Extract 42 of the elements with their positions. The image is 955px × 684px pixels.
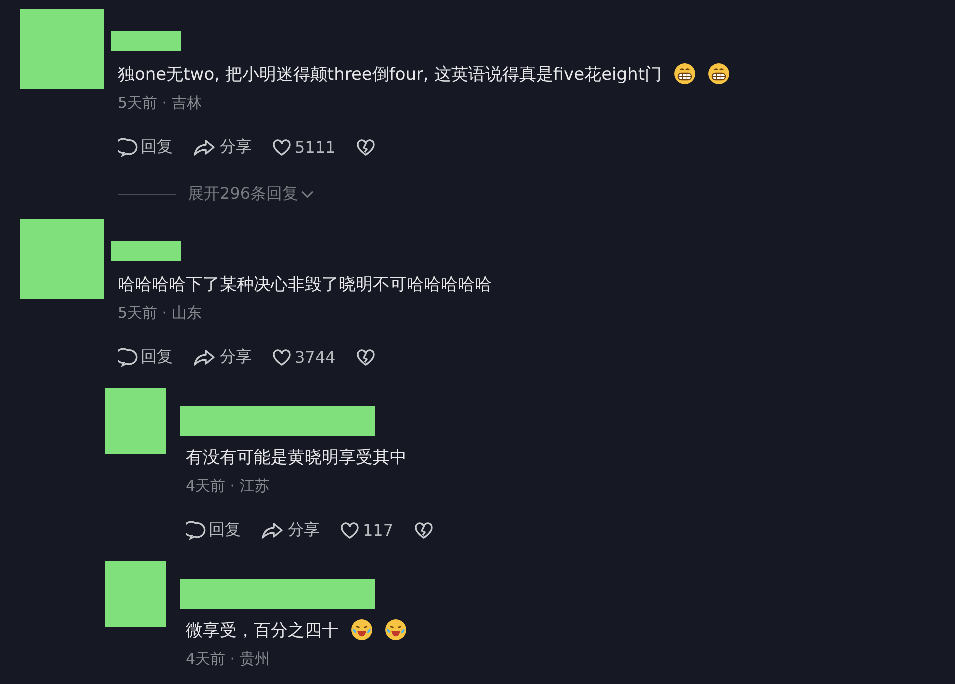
comment-text: 有没有可能是黄晓明享受其中 bbox=[186, 446, 407, 468]
comment-meta: 4天前 · 贵州 bbox=[186, 650, 270, 669]
comment-text: 微享受，百分之四十 bbox=[186, 620, 339, 642]
dislike-button[interactable] bbox=[414, 520, 434, 541]
like-button[interactable]: 117 bbox=[340, 520, 394, 541]
comment-bubble-icon bbox=[118, 138, 138, 158]
share-button[interactable]: 分享 bbox=[193, 347, 252, 368]
expand-replies-button[interactable]: 展开296条回复 bbox=[188, 184, 314, 205]
comment-meta: 5天前 · 吉林 bbox=[118, 94, 202, 113]
chevron-down-icon bbox=[300, 190, 314, 199]
redaction-block bbox=[105, 388, 166, 454]
share-arrow-icon bbox=[193, 348, 217, 368]
comment-bubble-icon bbox=[118, 348, 138, 368]
broken-heart-icon bbox=[414, 520, 434, 540]
dislike-button[interactable] bbox=[356, 137, 376, 158]
like-button[interactable]: 5111 bbox=[272, 137, 336, 158]
grin-emoji-icon bbox=[674, 63, 696, 85]
broken-heart-icon bbox=[356, 348, 376, 368]
laughing-tears-emoji-icon bbox=[351, 619, 373, 641]
redaction-block bbox=[111, 241, 181, 261]
redaction-block bbox=[105, 561, 166, 627]
share-button[interactable]: 分享 bbox=[193, 137, 252, 158]
reply-button[interactable]: 回复 bbox=[118, 347, 173, 368]
reply-button[interactable]: 回复 bbox=[118, 137, 173, 158]
redaction-block bbox=[111, 31, 181, 51]
laughing-tears-emoji-icon bbox=[385, 619, 407, 641]
share-arrow-icon bbox=[193, 138, 217, 158]
share-arrow-icon bbox=[261, 520, 285, 540]
heart-icon bbox=[272, 348, 292, 368]
heart-icon bbox=[340, 520, 360, 540]
comment-meta: 5天前 · 山东 bbox=[118, 304, 202, 323]
reply-button[interactable]: 回复 bbox=[186, 520, 241, 541]
heart-icon bbox=[272, 138, 292, 158]
comment-meta: 4天前 · 江苏 bbox=[186, 477, 270, 496]
grin-emoji-icon bbox=[708, 63, 730, 85]
comment-bubble-icon bbox=[186, 520, 206, 540]
dislike-button[interactable] bbox=[356, 347, 376, 368]
share-button[interactable]: 分享 bbox=[261, 520, 320, 541]
comment-text: 独one无two, 把小明迷得颠three倒four, 这英语说得真是five花eight门 bbox=[118, 64, 662, 86]
broken-heart-icon bbox=[356, 138, 376, 158]
comment-text: 哈哈哈哈下了某种决心非毁了晓明不可哈哈哈哈哈 bbox=[118, 274, 492, 296]
like-button[interactable]: 3744 bbox=[272, 347, 336, 368]
